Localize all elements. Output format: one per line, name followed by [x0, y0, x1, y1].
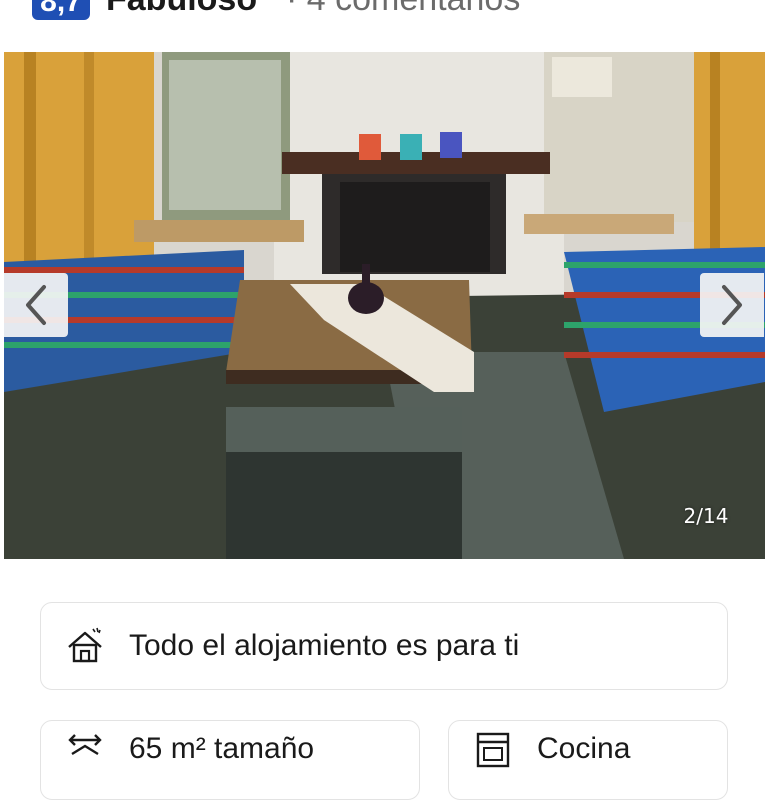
facility-kitchen: Cocina	[448, 720, 728, 800]
facility-size: 65 m² tamaño	[40, 720, 420, 800]
chevron-left-icon	[26, 285, 46, 325]
review-score-label: Fabuloso	[106, 0, 257, 19]
property-photo[interactable]	[4, 52, 765, 559]
next-photo-button[interactable]	[700, 273, 764, 337]
reviews-link[interactable]: · 4 comentarios	[286, 0, 520, 19]
house-icon	[65, 626, 105, 666]
room-photo-illustration	[4, 52, 765, 559]
chevron-right-icon	[722, 285, 742, 325]
facility-size-label: 65 m² tamaño	[129, 732, 315, 765]
facility-entire-place: Todo el alojamiento es para ti	[40, 602, 728, 690]
photo-counter: 2/14	[683, 504, 729, 528]
review-score-badge: 8,7	[32, 0, 90, 20]
facility-kitchen-label: Cocina	[537, 732, 631, 765]
resize-icon	[65, 729, 105, 769]
previous-photo-button[interactable]	[4, 273, 68, 337]
facility-entire-place-label: Todo el alojamiento es para ti	[129, 629, 520, 662]
property-header: 8,7 Fabuloso · 4 comentarios	[0, 0, 768, 44]
stove-icon	[473, 729, 513, 769]
